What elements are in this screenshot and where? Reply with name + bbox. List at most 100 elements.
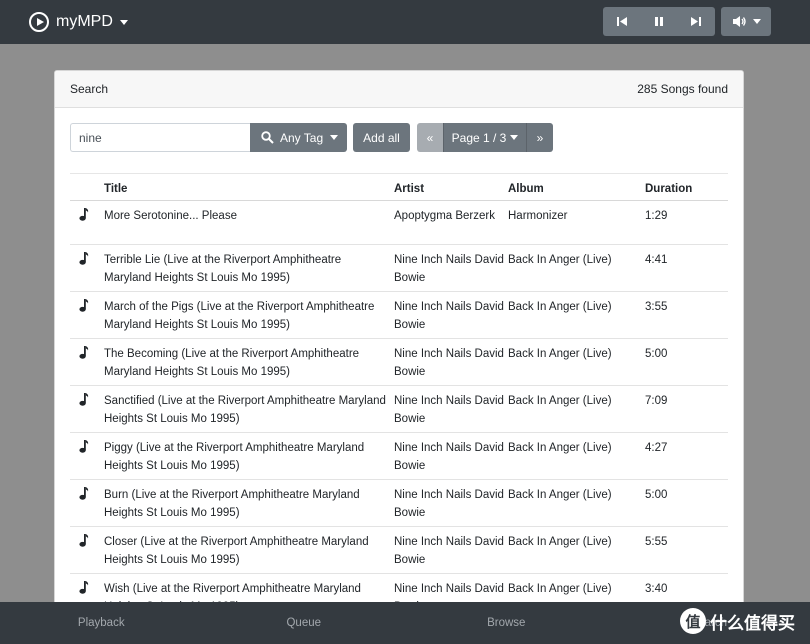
skip-next-icon (691, 17, 702, 26)
song-album: Back In Anger (Live) (508, 526, 645, 575)
artist-column-header[interactable]: Artist (394, 173, 508, 201)
song-duration: 5:55 (645, 526, 728, 575)
music-note-icon (79, 581, 89, 594)
song-artist: Nine Inch Nails David Bowie (394, 479, 508, 528)
song-icon-cell (70, 244, 104, 293)
song-duration: 4:41 (645, 244, 728, 293)
next-page-button[interactable]: » (527, 123, 553, 152)
table-row[interactable]: Piggy (Live at the Riverport Amphitheatr… (70, 432, 728, 481)
song-title: Burn (Live at the Riverport Amphitheatre… (104, 479, 394, 528)
previous-track-button[interactable] (603, 7, 641, 36)
song-album: Back In Anger (Live) (508, 338, 645, 387)
table-row[interactable]: The Becoming (Live at the Riverport Amph… (70, 338, 728, 387)
song-title: More Serotonine... Please (104, 200, 394, 246)
song-duration: 4:27 (645, 432, 728, 481)
page-select-dropdown[interactable]: Page 1 / 3 (443, 123, 527, 152)
song-icon-cell (70, 432, 104, 481)
song-album: Back In Anger (Live) (508, 244, 645, 293)
table-row[interactable]: Sanctified (Live at the Riverport Amphit… (70, 385, 728, 434)
table-row[interactable]: March of the Pigs (Live at the Riverport… (70, 291, 728, 340)
watermark-logo: 值 什么值得买 (680, 607, 795, 635)
watermark-badge: 值 (680, 608, 706, 634)
music-note-icon (79, 252, 89, 265)
song-title: The Becoming (Live at the Riverport Amph… (104, 338, 394, 387)
song-title: Terrible Lie (Live at the Riverport Amph… (104, 244, 394, 293)
song-icon-cell (70, 291, 104, 340)
album-column-header[interactable]: Album (508, 173, 645, 201)
song-duration: 3:55 (645, 291, 728, 340)
top-navbar: myMPD (0, 0, 810, 44)
song-duration: 7:09 (645, 385, 728, 434)
nav-playback[interactable]: Playback (0, 602, 203, 644)
skip-previous-icon (616, 17, 627, 26)
song-album: Harmonizer (508, 200, 645, 246)
music-note-icon (79, 440, 89, 453)
search-icon (261, 131, 274, 144)
table-header-row: Title Artist Album Duration (70, 173, 728, 201)
music-note-icon (79, 208, 89, 221)
icon-column-header (70, 173, 104, 201)
tag-filter-label: Any Tag (280, 130, 324, 145)
pause-icon (654, 17, 663, 26)
volume-icon (732, 16, 746, 27)
chevron-down-icon (330, 135, 339, 140)
table-row[interactable]: Burn (Live at the Riverport Amphitheatre… (70, 479, 728, 528)
song-icon-cell (70, 479, 104, 528)
song-title: Sanctified (Live at the Riverport Amphit… (104, 385, 394, 434)
next-track-button[interactable] (677, 7, 715, 36)
chevron-down-icon (510, 135, 519, 140)
song-artist: Nine Inch Nails David Bowie (394, 385, 508, 434)
song-artist: Nine Inch Nails David Bowie (394, 244, 508, 293)
volume-dropdown[interactable] (721, 7, 771, 36)
playback-controls (603, 7, 715, 36)
tag-filter-dropdown[interactable]: Any Tag (250, 123, 347, 152)
search-card: Search 285 Songs found Any Tag Add all «… (54, 70, 744, 610)
page-indicator: Page 1 / 3 (451, 130, 507, 145)
music-note-icon (79, 346, 89, 359)
chevron-down-icon (119, 19, 128, 25)
song-album: Back In Anger (Live) (508, 291, 645, 340)
card-header: Search 285 Songs found (55, 71, 743, 108)
results-table: Title Artist Album Duration More Seroton… (70, 173, 728, 609)
song-duration: 1:29 (645, 200, 728, 246)
duration-column-header[interactable]: Duration (645, 173, 728, 201)
title-column-header[interactable]: Title (104, 173, 394, 201)
song-icon-cell (70, 338, 104, 387)
song-artist: Apoptygma Berzerk (394, 200, 508, 246)
song-album: Back In Anger (Live) (508, 385, 645, 434)
song-duration: 5:00 (645, 479, 728, 528)
music-note-icon (79, 487, 89, 500)
table-row[interactable]: Terrible Lie (Live at the Riverport Amph… (70, 244, 728, 293)
previous-page-button[interactable]: « (417, 123, 443, 152)
music-note-icon (79, 299, 89, 312)
nav-queue[interactable]: Queue (203, 602, 406, 644)
song-artist: Nine Inch Nails David Bowie (394, 432, 508, 481)
music-note-icon (79, 534, 89, 547)
chevron-down-icon (752, 19, 761, 24)
pagination: « Page 1 / 3 » (417, 123, 553, 152)
song-artist: Nine Inch Nails David Bowie (394, 291, 508, 340)
play-circle-icon (29, 12, 49, 32)
volume-button[interactable] (721, 7, 771, 36)
song-album: Back In Anger (Live) (508, 432, 645, 481)
song-title: Closer (Live at the Riverport Amphitheat… (104, 526, 394, 575)
app-menu-toggle[interactable]: myMPD (29, 11, 128, 33)
song-artist: Nine Inch Nails David Bowie (394, 526, 508, 575)
song-title: Piggy (Live at the Riverport Amphitheatr… (104, 432, 394, 481)
search-toolbar: Any Tag Add all « Page 1 / 3 » (70, 123, 553, 152)
table-row[interactable]: More Serotonine... Please Apoptygma Berze… (70, 200, 728, 246)
table-row[interactable]: Closer (Live at the Riverport Amphitheat… (70, 526, 728, 575)
song-album: Back In Anger (Live) (508, 479, 645, 528)
song-icon-cell (70, 385, 104, 434)
song-title: March of the Pigs (Live at the Riverport… (104, 291, 394, 340)
search-input[interactable] (70, 123, 250, 152)
pause-button[interactable] (640, 7, 678, 36)
card-title: Search (70, 82, 109, 96)
nav-browse[interactable]: Browse (405, 602, 608, 644)
result-count: 285 Songs found (637, 82, 728, 96)
song-artist: Nine Inch Nails David Bowie (394, 338, 508, 387)
watermark-text: 什么值得买 (710, 613, 795, 633)
add-all-button[interactable]: Add all (353, 123, 410, 152)
song-icon-cell (70, 526, 104, 575)
music-note-icon (79, 393, 89, 406)
